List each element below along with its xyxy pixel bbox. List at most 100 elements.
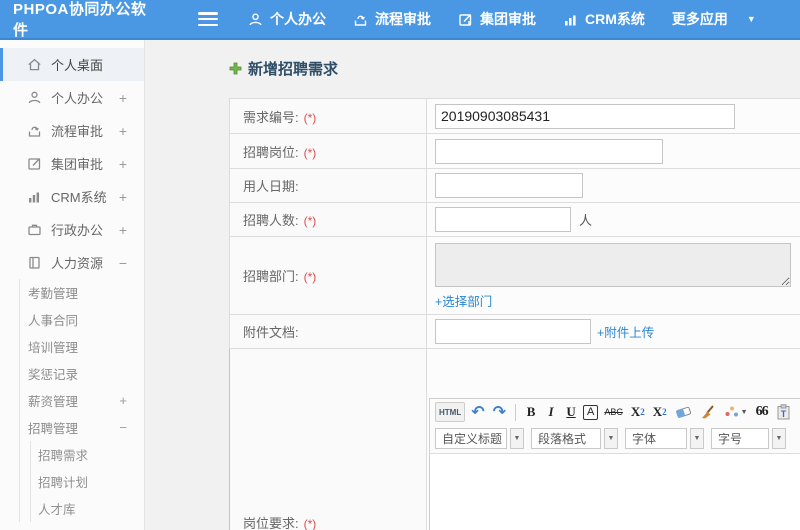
nav-label: CRM系统 <box>585 11 645 27</box>
form-row-code: 需求编号: (*) <box>229 98 800 134</box>
subscript-button[interactable]: X2 <box>651 402 669 422</box>
sidebar-item-group-approval[interactable]: 集团审批 + <box>0 147 144 180</box>
nav-label: 流程审批 <box>375 11 431 27</box>
position-input[interactable] <box>435 138 663 164</box>
editor-toolbar-row1: HTML ↶ ↷ B I U A ABC X2 X2 ▼ 66 T <box>430 399 800 425</box>
custom-title-select[interactable]: 自定义标题 <box>435 428 507 449</box>
sidebar-item-recruit-requirement[interactable]: 招聘需求 <box>31 441 144 468</box>
font-style-button[interactable]: A <box>583 404 599 420</box>
chevron-down-icon[interactable]: ▼ <box>510 428 524 449</box>
emotion-dots-icon[interactable]: ▼ <box>722 402 750 422</box>
paste-icon[interactable]: T <box>774 402 793 422</box>
collapse-icon[interactable]: − <box>119 420 127 435</box>
sidebar-item-label: 人事合同 <box>28 314 79 328</box>
sidebar-item-salary-mgmt[interactable]: 薪资管理 + <box>20 387 144 414</box>
expand-icon[interactable]: + <box>119 393 127 408</box>
editor-content-area[interactable] <box>430 454 800 530</box>
code-label: 需求编号: <box>243 109 299 125</box>
sidebar-item-admin-office[interactable]: 行政办公 + <box>0 213 144 246</box>
expand-icon[interactable]: + <box>119 90 127 106</box>
chevron-down-icon[interactable]: ▼ <box>772 428 786 449</box>
paragraph-format-select[interactable]: 段落格式 <box>531 428 601 449</box>
strikethrough-button[interactable]: ABC <box>602 402 625 422</box>
nav-personal-office[interactable]: 个人办公 <box>248 9 326 29</box>
department-textarea[interactable] <box>435 243 791 287</box>
nav-label: 更多应用 <box>671 11 728 27</box>
menu-toggle-icon[interactable] <box>198 12 218 26</box>
sidebar-item-personal-office[interactable]: 个人办公 + <box>0 81 144 114</box>
nav-label: 个人办公 <box>270 11 326 27</box>
required-mark: (*) <box>303 214 317 228</box>
nav-workflow-approval[interactable]: 流程审批 <box>353 9 431 29</box>
sidebar-item-personal-desktop[interactable]: 个人桌面 <box>0 48 144 81</box>
sidebar-item-label: 奖惩记录 <box>28 368 79 382</box>
home-icon <box>27 57 43 72</box>
department-label: 招聘部门: <box>243 269 299 284</box>
headcount-input[interactable] <box>435 207 571 232</box>
code-input[interactable] <box>435 103 735 129</box>
sidebar-item-label: 招聘管理 <box>28 422 79 436</box>
app-logo: PHPOA协同办公软件 <box>13 1 147 39</box>
form-row-attachment: 附件文档: +附件上传 <box>229 314 800 349</box>
blockquote-button[interactable]: 66 <box>754 402 770 422</box>
user-icon <box>27 90 43 105</box>
expand-icon[interactable]: + <box>119 189 127 205</box>
sidebar-item-training-mgmt[interactable]: 培训管理 <box>20 333 144 360</box>
eraser-icon[interactable] <box>673 402 694 422</box>
editor-toolbar-row2: 自定义标题 ▼ 段落格式 ▼ 字体 ▼ 字号 ▼ <box>430 425 800 454</box>
required-mark: (*) <box>303 145 317 160</box>
sidebar-item-label: 集团审批 <box>51 157 104 172</box>
nav-more-apps[interactable]: 更多应用 <box>672 9 728 29</box>
sidebar-item-label: 个人桌面 <box>51 58 104 73</box>
sidebar-item-attendance-mgmt[interactable]: 考勤管理 <box>20 279 144 306</box>
sidebar-item-label: 招聘计划 <box>38 476 89 490</box>
select-department-link[interactable]: +选择部门 <box>435 295 492 309</box>
expand-icon[interactable]: + <box>119 123 127 139</box>
chevron-down-icon[interactable]: ▼ <box>747 14 756 24</box>
flow-approval-icon <box>27 123 43 138</box>
form-row-date: 用人日期: <box>229 168 800 203</box>
attachment-upload-link[interactable]: +附件上传 <box>597 326 654 340</box>
sidebar-item-recruit-plan[interactable]: 招聘计划 <box>31 468 144 495</box>
chevron-down-icon[interactable]: ▼ <box>690 428 704 449</box>
nav-crm-system[interactable]: CRM系统 <box>563 9 645 29</box>
svg-text:T: T <box>780 409 786 419</box>
sidebar-item-recruit-mgmt[interactable]: 招聘管理 − <box>20 414 144 441</box>
recruit-requirement-form: 需求编号: (*) 招聘岗位: (*) 用人日期: 招聘人数: (*) <box>229 98 800 530</box>
font-family-select[interactable]: 字体 <box>625 428 687 449</box>
page-title: 新增招聘需求 <box>145 40 800 79</box>
superscript-button[interactable]: X2 <box>629 402 647 422</box>
redo-icon[interactable]: ↷ <box>491 402 508 422</box>
sidebar-item-label: 人力资源 <box>51 256 104 271</box>
hr-submenu: 考勤管理 人事合同 培训管理 奖惩记录 薪资管理 + 招聘管理 − 招聘需求 招… <box>19 279 144 522</box>
sidebar-item-label: 流程审批 <box>51 124 104 139</box>
chevron-down-icon[interactable]: ▼ <box>604 428 618 449</box>
date-input[interactable] <box>435 173 583 198</box>
requirements-label: 岗位要求: <box>243 516 299 530</box>
expand-icon[interactable]: + <box>119 156 127 172</box>
sidebar-item-human-resources[interactable]: 人力资源 − <box>0 246 144 279</box>
nav-group-approval[interactable]: 集团审批 <box>458 9 536 29</box>
bold-button[interactable]: B <box>523 402 539 422</box>
sidebar-item-talent-pool[interactable]: 人才库 <box>31 495 144 522</box>
attachment-label: 附件文档: <box>243 325 299 340</box>
required-mark: (*) <box>303 270 317 284</box>
sidebar-item-crm-system[interactable]: CRM系统 + <box>0 180 144 213</box>
sidebar-item-reward-punishment[interactable]: 奖惩记录 <box>20 360 144 387</box>
format-brush-icon[interactable] <box>698 402 718 422</box>
underline-button[interactable]: U <box>563 402 579 422</box>
undo-icon[interactable]: ↶ <box>469 402 486 422</box>
sidebar-item-hr-contract[interactable]: 人事合同 <box>20 306 144 333</box>
date-label: 用人日期: <box>243 179 299 194</box>
italic-button[interactable]: I <box>543 402 559 422</box>
html-source-button[interactable]: HTML <box>435 402 466 422</box>
font-size-select[interactable]: 字号 <box>711 428 769 449</box>
toolbar-separator <box>515 403 517 421</box>
expand-icon[interactable]: + <box>119 222 127 238</box>
collapse-icon[interactable]: − <box>119 255 127 271</box>
recruit-submenu: 招聘需求 招聘计划 人才库 <box>30 441 144 522</box>
attachment-input[interactable] <box>435 319 591 344</box>
sidebar-item-workflow-approval[interactable]: 流程审批 + <box>0 114 144 147</box>
sidebar-item-label: 人才库 <box>38 503 76 517</box>
position-label: 招聘岗位: <box>243 144 299 160</box>
